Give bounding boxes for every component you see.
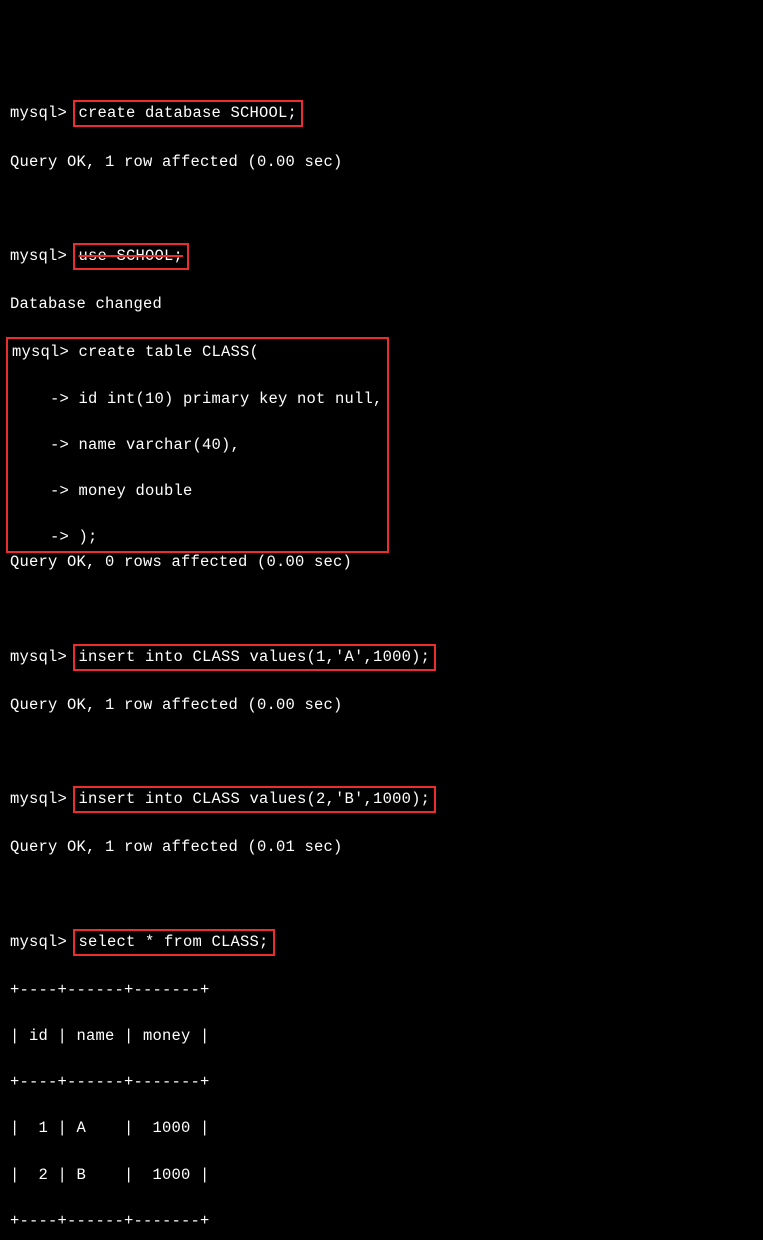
blank-line <box>10 882 755 905</box>
prompt: mysql> <box>10 104 77 122</box>
table-border: +----+------+-------+ <box>10 1210 755 1233</box>
response-text: Database changed <box>10 293 755 316</box>
cont-prompt: -> <box>12 528 79 546</box>
cmd-cont-line: -> money double <box>12 480 383 503</box>
table-row: | 1 | A | 1000 | <box>10 1117 755 1140</box>
cont-prompt: -> <box>12 436 79 454</box>
blank-line <box>10 597 755 620</box>
highlight-create-db: create database SCHOOL; <box>73 100 304 127</box>
sql-create-table-l3: name varchar(40), <box>79 436 241 454</box>
cont-prompt: -> <box>12 390 79 408</box>
cont-prompt: -> <box>12 482 79 500</box>
highlight-select: select * from CLASS; <box>73 929 275 956</box>
sql-select-all: select * from CLASS; <box>79 933 269 951</box>
sql-create-table-l5: ); <box>79 528 98 546</box>
response-text: Query OK, 1 row affected (0.01 sec) <box>10 836 755 859</box>
blank-line <box>10 740 755 763</box>
response-text: Query OK, 0 rows affected (0.00 sec) <box>10 551 755 574</box>
blank-line <box>10 197 755 220</box>
response-text: Query OK, 1 row affected (0.00 sec) <box>10 694 755 717</box>
highlight-insert-2: insert into CLASS values(2,'B',1000); <box>73 786 437 813</box>
cmd-line: mysql> insert into CLASS values(2,'B',10… <box>10 786 755 813</box>
cmd-line: mysql> insert into CLASS values(1,'A',10… <box>10 644 755 671</box>
prompt: mysql> <box>10 933 77 951</box>
cmd-cont-line: -> ); <box>12 526 383 549</box>
cmd-cont-line: -> id int(10) primary key not null, <box>12 388 383 411</box>
sql-create-table-l1: create table CLASS( <box>79 343 260 361</box>
prompt: mysql> <box>10 790 77 808</box>
prompt: mysql> <box>10 648 77 666</box>
sql-create-table-l4: money double <box>79 482 193 500</box>
sql-insert-1: insert into CLASS values(1,'A',1000); <box>79 648 431 666</box>
response-text: Query OK, 1 row affected (0.00 sec) <box>10 151 755 174</box>
sql-create-table-l2: id int(10) primary key not null, <box>79 390 383 408</box>
prompt: mysql> <box>10 247 77 265</box>
cmd-cont-line: -> name varchar(40), <box>12 434 383 457</box>
sql-use-db: use SCHOOL; <box>79 247 184 265</box>
cmd-line: mysql> use SCHOOL; <box>10 243 755 270</box>
cmd-line: mysql> select * from CLASS; <box>10 929 755 956</box>
sql-create-db: create database SCHOOL; <box>79 104 298 122</box>
cmd-line: mysql> create table CLASS( <box>12 341 383 364</box>
highlight-use-db: use SCHOOL; <box>73 243 190 270</box>
sql-insert-2: insert into CLASS values(2,'B',1000); <box>79 790 431 808</box>
highlight-insert-1: insert into CLASS values(1,'A',1000); <box>73 644 437 671</box>
table-header: | id | name | money | <box>10 1025 755 1048</box>
cmd-line: mysql> create database SCHOOL; <box>10 100 755 127</box>
table-border: +----+------+-------+ <box>10 1071 755 1094</box>
table-row: | 2 | B | 1000 | <box>10 1164 755 1187</box>
prompt: mysql> <box>12 343 79 361</box>
table-border: +----+------+-------+ <box>10 979 755 1002</box>
highlight-create-table: mysql> create table CLASS( -> id int(10)… <box>6 337 389 553</box>
